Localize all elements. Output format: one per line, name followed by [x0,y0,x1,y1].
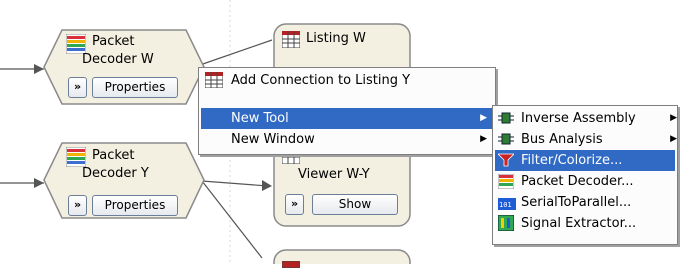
submenu-item-serial-to-parallel[interactable]: 101 SerialToParallel... [495,192,675,213]
decoder-w-title-line1: Packet [92,34,135,49]
listing-table-icon [204,71,224,89]
decoder-w-title-line2: Decoder W [82,52,154,67]
submenu-arrow-icon: ▶ [670,134,677,144]
menu-item-label: New Tool [231,111,289,126]
decoder-y-more-button[interactable]: » [68,195,87,216]
signal-extractor-icon [497,214,515,232]
decoder-w-properties-button[interactable]: Properties [92,77,178,98]
menu-item-label: Signal Extractor... [521,216,637,231]
serial-to-parallel-icon: 101 [498,196,516,210]
svg-text:101: 101 [499,201,512,209]
listing-table-icon [281,30,301,49]
submenu-arrow-icon: ▶ [480,113,487,123]
listing-w-title: Listing W [306,31,366,46]
filter-colorize-icon [497,153,515,167]
menu-item-add-connection[interactable]: Add Connection to Listing Y [201,70,493,91]
menu-item-label: Inverse Assembly [521,111,636,126]
submenu-item-signal-extractor[interactable]: Signal Extractor... [495,213,675,234]
decoder-y-properties-button[interactable]: Properties [92,195,178,216]
submenu-item-filter-colorize[interactable]: Filter/Colorize... [495,150,675,171]
submenu-arrow-icon: ▶ [480,134,487,144]
listing-table-icon [281,257,301,269]
decoder-w-more-button[interactable]: » [68,77,87,98]
menu-item-new-tool[interactable]: New Tool ▶ [201,108,493,129]
submenu-arrow-icon: ▶ [670,113,677,123]
viewer-wy-show-button[interactable]: Show [312,194,398,215]
new-tool-submenu: Inverse Assembly ▶ Bus Analysis ▶ Filter… [492,105,678,245]
decoder-y-title-line1: Packet [92,148,135,163]
menu-item-label: New Window [231,132,315,147]
submenu-item-bus-analysis[interactable]: Bus Analysis ▶ [495,129,677,150]
menu-item-label: Bus Analysis [521,132,603,147]
menu-item-new-window[interactable]: New Window ▶ [201,129,493,150]
packet-decoder-icon [497,173,515,190]
inverse-assembly-icon [498,111,514,125]
packet-decoder-icon [65,146,87,168]
menu-item-label: Add Connection to Listing Y [231,73,411,88]
viewer-wy-more-button[interactable]: » [285,194,304,215]
submenu-item-packet-decoder[interactable]: Packet Decoder... [495,171,675,192]
submenu-item-inverse-assembly[interactable]: Inverse Assembly ▶ [495,108,677,129]
viewer-wy-title-line2: Viewer W-Y [298,167,370,182]
decoder-y-title-line2: Decoder Y [82,166,149,181]
bus-analysis-icon [498,132,514,146]
context-menu: Add Connection to Listing Y New Tool ▶ N… [198,67,496,155]
menu-item-label: Packet Decoder... [521,174,634,189]
menu-item-label: Filter/Colorize... [521,153,623,168]
menu-item-label: SerialToParallel... [521,195,632,210]
